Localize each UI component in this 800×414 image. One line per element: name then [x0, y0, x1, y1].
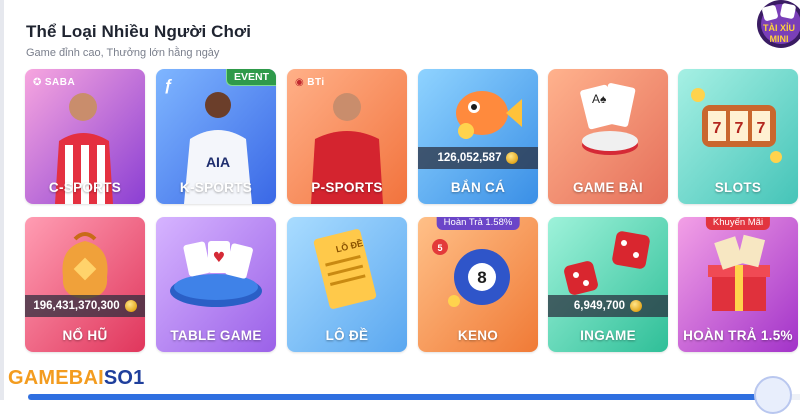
svg-text:AIA: AIA: [206, 154, 230, 170]
promo-badge: Khuyến Mãi: [705, 217, 771, 230]
jackpot-counter: 196,431,370,300: [25, 295, 145, 317]
bti-icon: ◉: [295, 77, 305, 88]
svg-text:7: 7: [713, 120, 722, 137]
provider-logo-k: ƒ: [164, 77, 173, 95]
tile-label: KENO: [457, 328, 499, 343]
saba-icon: ✪: [33, 77, 42, 88]
jackpot-counter: 126,052,587: [418, 147, 538, 169]
tile-label: INGAME: [580, 328, 636, 343]
floating-action-button[interactable]: [754, 376, 792, 414]
logo-text: GAMEBAISO1: [8, 367, 144, 390]
horizontal-scrollbar[interactable]: [28, 376, 800, 414]
jackpot-counter: 6,949,700: [548, 295, 668, 317]
section-title: Thể Loại Nhiều Người Chơi: [26, 22, 252, 41]
tile-label: HOÀN TRẢ 1.5%: [683, 328, 793, 343]
svg-text:A♠: A♠: [592, 92, 607, 106]
corner-badge-top-text: TÀI XỈU: [763, 22, 795, 33]
left-edge-strip: [0, 0, 4, 400]
tile-slots[interactable]: 7 7 7 SLOTS: [678, 69, 798, 204]
tile-p-sports[interactable]: ◉ BTi P-SPORTS: [287, 69, 407, 204]
scrollbar-thumb[interactable]: [28, 394, 768, 400]
tile-label: P-SPORTS: [311, 180, 383, 195]
tile-label: K-SPORTS: [179, 180, 253, 195]
svg-text:7: 7: [735, 120, 744, 137]
coin-icon: [630, 300, 643, 312]
k-provider-icon: ƒ: [164, 77, 174, 94]
logo-part-2: SO1: [103, 366, 145, 389]
tile-ingame[interactable]: 6,949,700 INGAME: [548, 217, 668, 352]
tai-xiu-mini-badge[interactable]: TÀI XỈU MINI: [751, 0, 800, 52]
provider-name: BTi: [307, 77, 325, 88]
corner-badge-bottom-text: MINI: [770, 34, 789, 44]
event-badge: EVENT: [225, 69, 276, 86]
jackpot-value: 126,052,587: [437, 152, 502, 164]
provider-name: SABA: [44, 77, 76, 88]
tile-hoan-tra[interactable]: Khuyến Mãi HOÀN TRẢ 1.5%: [678, 217, 798, 352]
svg-text:5: 5: [437, 243, 442, 253]
provider-logo-bti: ◉ BTi: [295, 77, 325, 88]
logo-part-1: GAMEBAI: [8, 366, 104, 389]
tile-game-bai[interactable]: A♠ GAME BÀI: [548, 69, 668, 204]
svg-text:7: 7: [757, 120, 766, 137]
jackpot-value: 6,949,700: [573, 300, 626, 312]
tile-label: TABLE GAME: [170, 328, 262, 343]
tile-c-sports[interactable]: ✪ SABA C-SPORTS: [25, 69, 145, 204]
jackpot-value: 196,431,370,300: [33, 300, 120, 312]
tile-label: BẮN CÁ: [450, 180, 506, 195]
provider-logo-saba: ✪ SABA: [33, 77, 75, 88]
tile-label: GAME BÀI: [573, 180, 643, 195]
tile-table-game[interactable]: ♥ TABLE GAME: [156, 217, 276, 352]
coin-icon: [124, 300, 137, 312]
tile-keno[interactable]: 8 5 Hoàn Trả 1.58% KENO: [418, 217, 538, 352]
tile-label: SLOTS: [714, 180, 762, 195]
refund-badge: Hoàn Trả 1.58%: [436, 217, 520, 230]
tile-ban-ca[interactable]: 126,052,587 BẮN CÁ: [418, 69, 538, 204]
svg-text:8: 8: [477, 268, 486, 287]
tile-lo-de[interactable]: LÔ ĐỀ LÔ ĐỀ: [287, 217, 407, 352]
section-header: Thể Loại Nhiều Người Chơi Game đỉnh cao,…: [26, 22, 251, 59]
coin-icon: [506, 152, 519, 164]
tile-label: LÔ ĐỀ: [325, 328, 369, 343]
tile-label: NỔ HŨ: [62, 328, 108, 343]
site-logo[interactable]: GAMEBAISO1: [0, 362, 183, 394]
section-subtitle: Game đỉnh cao, Thưởng lớn hằng ngày: [26, 47, 220, 59]
svg-text:♥: ♥: [213, 250, 226, 266]
tile-label: C-SPORTS: [48, 180, 122, 195]
tile-no-hu[interactable]: 196,431,370,300 NỔ HŨ: [25, 217, 145, 352]
tile-k-sports[interactable]: AIA ƒ EVENT K-SPORTS: [156, 69, 276, 204]
